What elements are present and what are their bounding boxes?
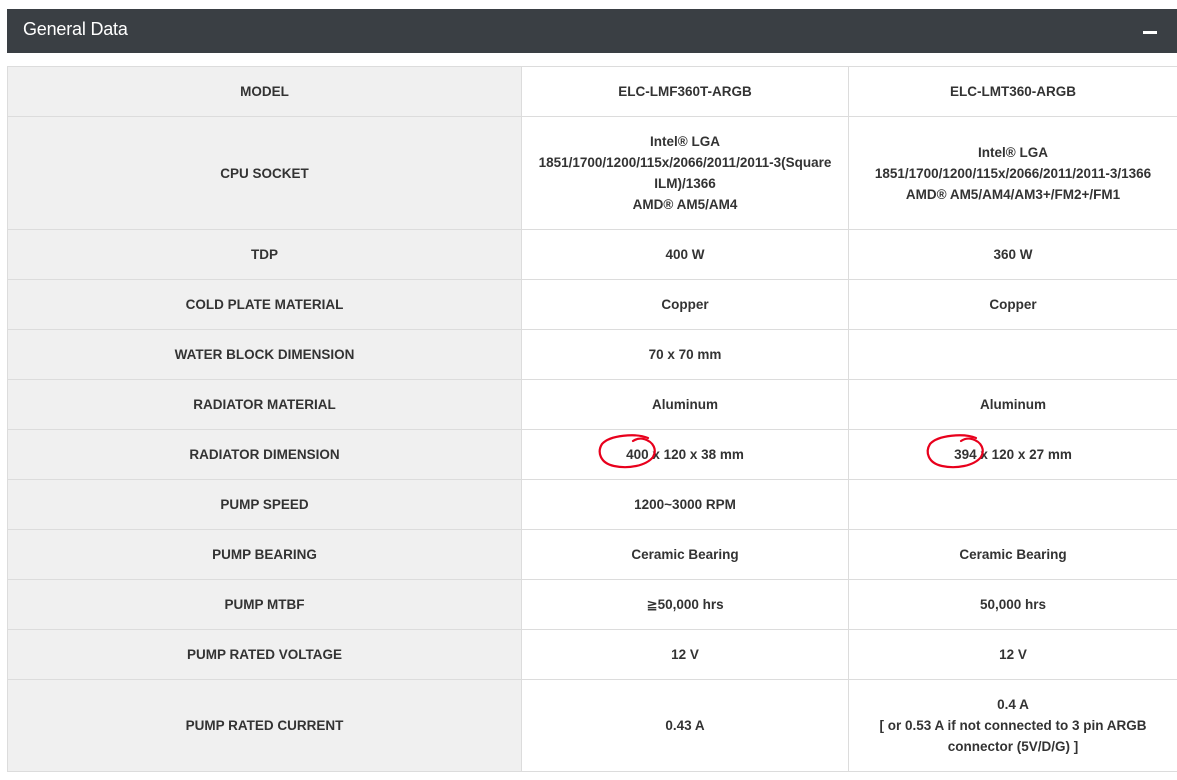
row-value-model-2: Intel® LGA 1851/1700/1200/115x/2066/2011/… <box>848 116 1177 230</box>
table-row: TDP 400 W 360 W <box>7 229 1177 280</box>
row-value-model-1: 400 x 120 x 38 mm <box>521 429 849 480</box>
table-row: WATER BLOCK DIMENSION 70 x 70 mm <box>7 329 1177 380</box>
row-label: TDP <box>7 229 522 280</box>
circled-value: 394 <box>926 434 984 469</box>
value-line: AMD® AM5/AM4 <box>632 197 738 212</box>
value-line: Intel® LGA <box>978 144 1048 160</box>
row-value-model-2: 50,000 hrs <box>848 579 1177 630</box>
table-row: RADIATOR MATERIAL Aluminum Aluminum <box>7 379 1177 430</box>
value-line: Ceramic Bearing <box>959 547 1067 562</box>
table-row: COLD PLATE MATERIAL Copper Copper <box>7 279 1177 330</box>
row-label: CPU SOCKET <box>7 116 522 230</box>
value-line: 400 x 120 x 38 mm <box>530 434 840 469</box>
row-value-model-2 <box>848 479 1177 530</box>
value-line: 12 V <box>999 647 1027 662</box>
row-label: PUMP RATED CURRENT <box>7 679 522 772</box>
value-line: Aluminum <box>980 397 1046 412</box>
table-row: CPU SOCKET Intel® LGA 1851/1700/1200/115x/… <box>7 116 1177 230</box>
panel-header: General Data <box>7 9 1177 53</box>
value-line: 50,000 hrs <box>979 597 1047 612</box>
row-label: RADIATOR MATERIAL <box>7 379 522 430</box>
row-value-model-2: 0.4 A [ or 0.53 A if not connected to 3 p… <box>848 679 1177 772</box>
row-value-model-2: Aluminum <box>848 379 1177 430</box>
panel-title: General Data <box>23 19 128 39</box>
column-header-model-1: ELC-LMF360T-ARGB <box>521 66 849 117</box>
row-label: PUMP BEARING <box>7 529 522 580</box>
collapse-button[interactable] <box>1139 19 1163 43</box>
value-line: 394 x 120 x 27 mm <box>857 434 1169 469</box>
row-value-model-1: Ceramic Bearing <box>521 529 849 580</box>
value-line: 12 V <box>671 647 699 662</box>
value-line: 400 W <box>665 247 705 262</box>
row-value-model-1: Intel® LGA 1851/1700/1200/115x/2066/2011/… <box>521 116 849 230</box>
row-value-model-2: 12 V <box>848 629 1177 680</box>
row-value-model-2: Ceramic Bearing <box>848 529 1177 580</box>
value-line: ILM)/1366 <box>654 176 716 191</box>
row-value-model-1: Copper <box>521 279 849 330</box>
row-label: COLD PLATE MATERIAL <box>7 279 522 330</box>
value-line: AMD® AM5/AM4/AM3+/FM2+/FM1 <box>905 186 1121 202</box>
table-header-row: MODEL ELC-LMF360T-ARGB ELC-LMT360-ARGB <box>7 66 1177 117</box>
minus-icon <box>1143 31 1157 34</box>
column-header-model-2: ELC-LMT360-ARGB <box>848 66 1177 117</box>
value-line: Intel® LGA <box>650 134 720 149</box>
value-line: Copper <box>989 297 1037 312</box>
value-line: Aluminum <box>652 397 718 412</box>
table-row: PUMP SPEED 1200~3000 RPM <box>7 479 1177 530</box>
red-circle-annotation <box>598 434 656 469</box>
row-value-model-1: 12 V <box>521 629 849 680</box>
row-value-model-1: 400 W <box>521 229 849 280</box>
row-label: RADIATOR DIMENSION <box>7 429 522 480</box>
value-line: 1851/1700/1200/115x/2066/2011/2011-3/136… <box>874 165 1152 181</box>
value-line: ≧50,000 hrs <box>646 597 724 612</box>
row-label: WATER BLOCK DIMENSION <box>7 329 522 380</box>
column-header-attribute: MODEL <box>7 66 522 117</box>
row-value-model-2: 394 x 120 x 27 mm <box>848 429 1177 480</box>
row-label: PUMP SPEED <box>7 479 522 530</box>
value-line: 0.4 A <box>997 697 1029 712</box>
value-line: Copper <box>661 297 709 312</box>
row-value-model-1: 70 x 70 mm <box>521 329 849 380</box>
value-line: 1200~3000 RPM <box>634 497 736 512</box>
value-line: 70 x 70 mm <box>648 347 722 362</box>
row-value-model-2 <box>848 329 1177 380</box>
table-row: PUMP RATED CURRENT 0.43 A 0.4 A [ or 0.53 A… <box>7 679 1177 772</box>
row-label: PUMP MTBF <box>7 579 522 630</box>
row-value-model-1: Aluminum <box>521 379 849 430</box>
table-row: PUMP BEARING Ceramic Bearing Ceramic Beari… <box>7 529 1177 580</box>
value-line: 0.43 A <box>665 718 705 733</box>
row-value-model-1: 1200~3000 RPM <box>521 479 849 530</box>
circled-value: 400 <box>598 434 656 469</box>
value-line: 1851/1700/1200/115x/2066/2011/2011-3(Squ… <box>538 155 832 170</box>
red-circle-annotation <box>926 434 984 469</box>
value-line: connector (5V/D/G) ] <box>947 739 1079 754</box>
row-value-model-1: 0.43 A <box>521 679 849 772</box>
table-row: PUMP RATED VOLTAGE 12 V 12 V <box>7 629 1177 680</box>
table-row: RADIATOR DIMENSION 400 x 120 x 38 mm 394 x… <box>7 429 1177 480</box>
value-line: [ or 0.53 A if not connected to 3 pin AR… <box>879 718 1147 733</box>
value-line: 360 W <box>993 247 1033 262</box>
table-row: PUMP MTBF ≧50,000 hrs 50,000 hrs <box>7 579 1177 630</box>
row-label: PUMP RATED VOLTAGE <box>7 629 522 680</box>
row-value-model-1: ≧50,000 hrs <box>521 579 849 630</box>
row-value-model-2: 360 W <box>848 229 1177 280</box>
row-value-model-2: Copper <box>848 279 1177 330</box>
spec-table: MODEL ELC-LMF360T-ARGB ELC-LMT360-ARGB C… <box>7 66 1177 772</box>
value-line: Ceramic Bearing <box>631 547 739 562</box>
